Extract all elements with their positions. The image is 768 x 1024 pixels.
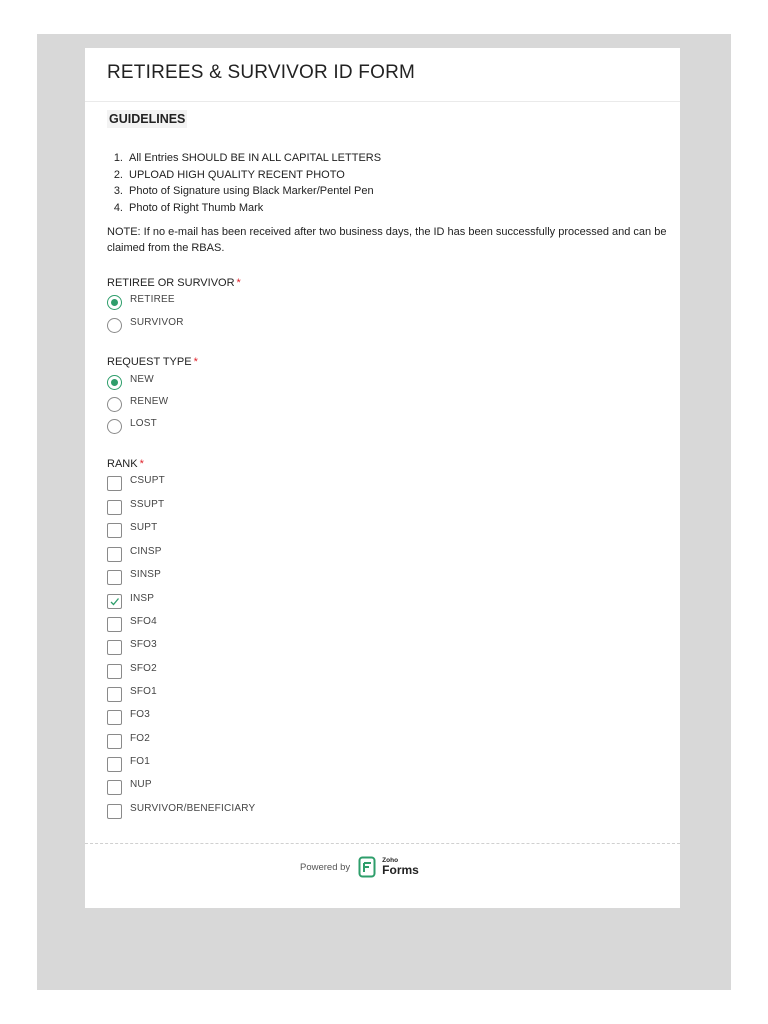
guideline-item: 2. UPLOAD HIGH QUALITY RECENT PHOTO	[113, 168, 345, 181]
checkbox-option-fo2[interactable]: FO2	[107, 732, 150, 750]
checkbox[interactable]	[107, 569, 122, 585]
checkbox-label: NUP	[130, 778, 152, 790]
guideline-item: 3. Photo of Signature using Black Marker/…	[113, 185, 374, 197]
form-title: RETIREES & SURVIVOR ID FORM	[107, 62, 416, 83]
checkbox[interactable]	[107, 733, 122, 749]
check-icon	[110, 597, 119, 605]
checkbox-label: SFO3	[130, 638, 157, 650]
checkbox[interactable]	[107, 803, 122, 819]
checkbox-label: FO2	[130, 732, 151, 744]
required-mark: *	[193, 356, 198, 368]
checkbox-label: SUPT	[130, 521, 158, 533]
title-divider	[85, 101, 680, 102]
radio-button[interactable]	[107, 396, 122, 412]
checkbox[interactable]	[107, 475, 122, 491]
radio-option-renew[interactable]: RENEW	[107, 395, 168, 413]
checkbox[interactable]	[107, 663, 122, 679]
radio-button[interactable]	[107, 317, 122, 333]
radio-option-survivor[interactable]: SURVIVOR	[107, 316, 184, 334]
guideline-item: 1. All Entries SHOULD BE IN ALL CAPITAL L…	[113, 152, 382, 164]
checkbox[interactable]	[107, 709, 122, 725]
checkbox[interactable]	[107, 779, 122, 795]
checkbox[interactable]	[107, 546, 122, 562]
radio-option-lost[interactable]: LOST	[107, 417, 157, 435]
radio-label: SURVIVOR	[130, 316, 184, 328]
required-mark: *	[236, 277, 241, 289]
checkbox-label: SURVIVOR/BENEFICIARY	[130, 802, 256, 814]
checkbox-label: SFO4	[130, 615, 157, 627]
checkbox[interactable]	[107, 499, 122, 515]
checkbox-label: SFO1	[130, 685, 157, 697]
form-card: RETIREES & SURVIVOR ID FORM GUIDELINES 1…	[85, 48, 680, 908]
powered-by-footer[interactable]: Powered by Zoho Forms	[300, 856, 419, 878]
powered-by-text: Powered by	[300, 861, 351, 873]
zoho-forms-logo-icon	[358, 856, 376, 878]
checkbox-label: INSP	[130, 592, 155, 604]
checkbox[interactable]	[107, 756, 122, 772]
checkbox-option-sfo1[interactable]: SFO1	[107, 685, 157, 703]
radio-option-retiree[interactable]: RETIREE	[107, 293, 175, 311]
guideline-item: 4. Photo of Right Thumb Mark	[113, 201, 264, 214]
radio-button[interactable]	[107, 418, 122, 434]
guidelines-list: 1. All Entries SHOULD BE IN ALL CAPITAL L…	[107, 150, 667, 216]
checkbox[interactable]	[107, 686, 122, 702]
checkbox-option-sinsp[interactable]: SINSP	[107, 568, 161, 586]
radio-option-new[interactable]: NEW	[107, 373, 154, 391]
radio-label: LOST	[130, 417, 157, 429]
checkbox-checked[interactable]	[107, 593, 122, 609]
checkbox-option-csupt[interactable]: CSUPT	[107, 474, 165, 492]
footer-divider	[85, 843, 680, 844]
checkbox-option-insp[interactable]: INSP	[107, 592, 154, 610]
checkbox[interactable]	[107, 522, 122, 538]
radio-button-checked[interactable]	[107, 374, 122, 390]
radio-label: NEW	[130, 373, 154, 385]
checkbox-option-sfo3[interactable]: SFO3	[107, 638, 157, 656]
checkbox-option-ssupt[interactable]: SSUPT	[107, 498, 164, 516]
guidelines-heading: GUIDELINES	[107, 110, 188, 128]
checkbox-option-nup[interactable]: NUP	[107, 778, 152, 796]
retiree-or-survivor-label: RETIREE OR SURVIVOR *	[107, 277, 241, 289]
radio-label: RETIREE	[130, 293, 175, 305]
radio-label: RENEW	[130, 395, 169, 407]
checkbox-option-fo3[interactable]: FO3	[107, 708, 150, 726]
checkbox-option-supt[interactable]: SUPT	[107, 521, 157, 539]
checkbox-label: FO3	[130, 708, 151, 720]
radio-button-checked[interactable]	[107, 294, 122, 310]
checkbox-option-sfo2[interactable]: SFO2	[107, 662, 157, 680]
checkbox-label: FO1	[130, 755, 151, 767]
checkbox-option-cinsp[interactable]: CINSP	[107, 545, 162, 563]
checkbox-option-sfo4[interactable]: SFO4	[107, 615, 157, 633]
checkbox-label: SINSP	[130, 568, 162, 580]
checkbox[interactable]	[107, 616, 122, 632]
guidelines-note: NOTE: If no e-mail has been received aft…	[107, 226, 667, 254]
rank-label: RANK *	[107, 458, 144, 470]
checkbox-option-fo1[interactable]: FO1	[107, 755, 150, 773]
required-mark: *	[139, 458, 144, 470]
checkbox-label: SFO2	[130, 662, 157, 674]
request-type-label: REQUEST TYPE *	[107, 356, 198, 368]
zoho-forms-logo: Zoho Forms	[382, 856, 419, 878]
checkbox-label: CSUPT	[130, 474, 165, 486]
checkbox-option-survivor-beneficiary[interactable]: SURVIVOR/BENEFICIARY	[107, 802, 255, 820]
checkbox-label: SSUPT	[130, 498, 165, 510]
checkbox-label: CINSP	[130, 545, 162, 557]
checkbox[interactable]	[107, 639, 122, 655]
